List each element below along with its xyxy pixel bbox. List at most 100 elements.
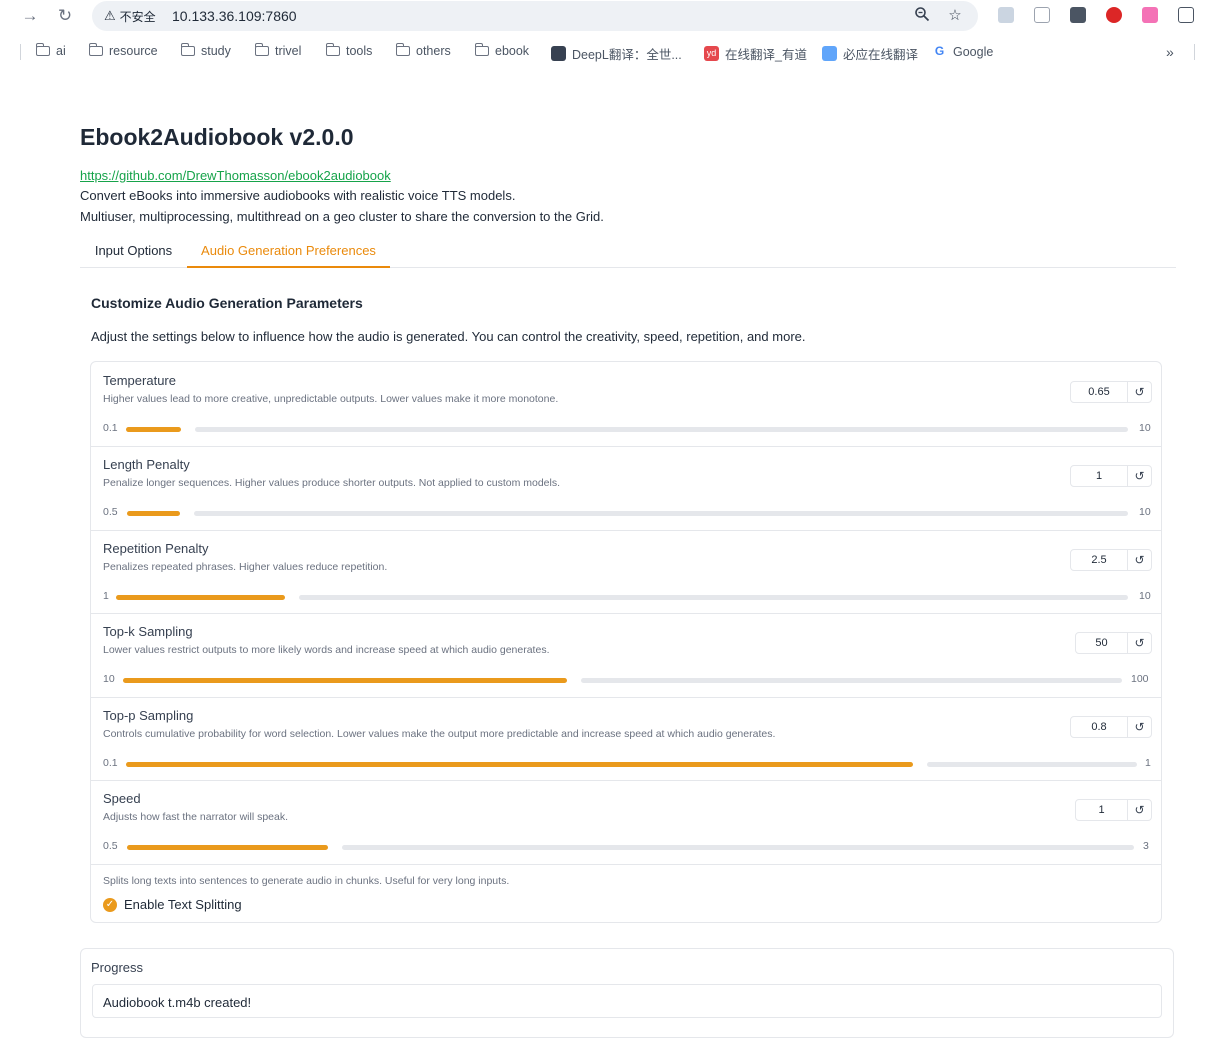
browser-toolbar: → ↻ ⚠ 不安全 10.133.36.109:7860 ☆ bbox=[0, 0, 1227, 34]
param-top-k-sampling: Top-k Sampling Lower values restrict out… bbox=[91, 613, 1161, 698]
bookmark-deepl[interactable]: DeepL翻译：全世... bbox=[551, 44, 682, 63]
slider-min: 0.5 bbox=[103, 840, 118, 852]
extension-qr-icon[interactable] bbox=[1034, 7, 1050, 23]
param-speed: Speed Adjusts how fast the narrator will… bbox=[91, 780, 1161, 865]
deepl-icon bbox=[551, 46, 566, 61]
repo-link[interactable]: https://github.com/DrewThomasson/ebook2a… bbox=[80, 168, 391, 183]
parameters-panel: Temperature Higher values lead to more c… bbox=[90, 361, 1162, 923]
bookmark-google[interactable]: G Google bbox=[932, 44, 993, 59]
param-label: Speed bbox=[103, 791, 141, 806]
slider-min: 1 bbox=[103, 590, 109, 602]
reset-icon[interactable]: ↺ bbox=[1127, 382, 1151, 402]
param-label: Top-p Sampling bbox=[103, 708, 194, 723]
bookmark-folder-trivel[interactable]: trivel bbox=[254, 43, 301, 58]
number-field: ↺ bbox=[1070, 465, 1152, 487]
param-temperature: Temperature Higher values lead to more c… bbox=[91, 362, 1161, 447]
number-field: ↺ bbox=[1075, 632, 1152, 654]
security-label: 不安全 bbox=[119, 9, 156, 24]
tab-audio-generation-preferences[interactable]: Audio Generation Preferences bbox=[187, 238, 390, 268]
extension-globe-icon[interactable] bbox=[998, 7, 1014, 23]
zoom-icon[interactable] bbox=[912, 6, 932, 26]
folder-icon bbox=[88, 43, 103, 56]
slider-fill[interactable] bbox=[127, 845, 328, 850]
slider-max: 100 bbox=[1131, 673, 1149, 685]
folder-icon bbox=[180, 43, 195, 56]
extension-shield-icon[interactable] bbox=[1106, 7, 1122, 23]
bookmark-youdao[interactable]: yd 在线翻译_有道 bbox=[704, 44, 807, 63]
slider-max: 10 bbox=[1139, 422, 1151, 434]
extension-translate-icon[interactable] bbox=[1142, 7, 1158, 23]
length-penalty-input[interactable] bbox=[1071, 466, 1127, 486]
top-p-input[interactable] bbox=[1071, 717, 1127, 737]
youdao-icon: yd bbox=[704, 46, 719, 61]
bookmark-folder-others[interactable]: others bbox=[395, 43, 451, 58]
slider-fill[interactable] bbox=[126, 427, 181, 432]
slider-track[interactable] bbox=[342, 845, 1134, 850]
param-length-penalty: Length Penalty Penalize longer sequences… bbox=[91, 446, 1161, 531]
security-indicator[interactable]: ⚠ 不安全 bbox=[98, 5, 162, 27]
bing-translate-icon bbox=[822, 46, 837, 61]
warning-icon: ⚠ bbox=[104, 8, 116, 23]
bookmark-folder-ebook[interactable]: ebook bbox=[474, 43, 529, 58]
number-field: ↺ bbox=[1070, 549, 1152, 571]
slider-track[interactable] bbox=[195, 427, 1128, 432]
page-description-2: Multiuser, multiprocessing, multithread … bbox=[80, 209, 604, 224]
extensions-puzzle-icon[interactable] bbox=[1178, 7, 1194, 23]
slider-fill[interactable] bbox=[116, 595, 285, 600]
bookmark-folder-ai[interactable]: ai bbox=[35, 43, 66, 58]
slider-track[interactable] bbox=[194, 511, 1128, 516]
param-info: Penalize longer sequences. Higher values… bbox=[103, 477, 561, 489]
bookmark-folder-study[interactable]: study bbox=[180, 43, 231, 58]
reset-icon[interactable]: ↺ bbox=[1127, 550, 1151, 570]
slider-fill[interactable] bbox=[123, 678, 567, 683]
slider-track[interactable] bbox=[581, 678, 1122, 683]
param-info: Lower values restrict outputs to more li… bbox=[103, 644, 550, 656]
slider-track[interactable] bbox=[927, 762, 1137, 767]
param-repetition-penalty: Repetition Penalty Penalizes repeated ph… bbox=[91, 530, 1161, 614]
bookmarks-divider bbox=[1194, 44, 1195, 60]
forward-arrow-icon[interactable]: → bbox=[18, 5, 42, 27]
slider-min: 10 bbox=[103, 673, 115, 685]
extension-reader-icon[interactable] bbox=[1070, 7, 1086, 23]
address-bar[interactable]: ⚠ 不安全 10.133.36.109:7860 ☆ bbox=[92, 1, 978, 31]
slider-max: 3 bbox=[1143, 840, 1149, 852]
repetition-penalty-input[interactable] bbox=[1071, 550, 1127, 570]
reset-icon[interactable]: ↺ bbox=[1127, 633, 1151, 653]
url-text[interactable]: 10.133.36.109:7860 bbox=[172, 8, 297, 24]
progress-panel: Progress Audiobook t.m4b created! bbox=[80, 948, 1174, 1038]
slider-min: 0.5 bbox=[103, 506, 118, 518]
bookmark-folder-tools[interactable]: tools bbox=[325, 43, 372, 58]
reset-icon[interactable]: ↺ bbox=[1127, 717, 1151, 737]
reset-icon[interactable]: ↺ bbox=[1127, 466, 1151, 486]
page-description-1: Convert eBooks into immersive audiobooks… bbox=[80, 188, 516, 203]
reset-icon[interactable]: ↺ bbox=[1127, 800, 1151, 820]
bookmark-folder-resource[interactable]: resource bbox=[88, 43, 158, 58]
param-info: Penalizes repeated phrases. Higher value… bbox=[103, 561, 388, 573]
param-info: Higher values lead to more creative, unp… bbox=[103, 393, 559, 405]
slider-fill[interactable] bbox=[126, 762, 913, 767]
slider-fill[interactable] bbox=[127, 511, 180, 516]
enable-text-splitting-checkbox[interactable]: ✓ bbox=[103, 898, 117, 912]
enable-text-splitting-label[interactable]: Enable Text Splitting bbox=[124, 897, 242, 912]
bookmarks-divider bbox=[20, 44, 21, 60]
bookmarks-overflow-button[interactable]: » bbox=[1166, 44, 1174, 60]
slider-track[interactable] bbox=[299, 595, 1128, 600]
temperature-input[interactable] bbox=[1071, 382, 1127, 402]
param-label: Temperature bbox=[103, 373, 176, 388]
tab-input-options[interactable]: Input Options bbox=[80, 238, 187, 266]
slider-min: 0.1 bbox=[103, 422, 118, 434]
folder-icon bbox=[35, 43, 50, 56]
param-label: Repetition Penalty bbox=[103, 541, 209, 556]
progress-output[interactable]: Audiobook t.m4b created! bbox=[92, 984, 1162, 1018]
param-info: Adjusts how fast the narrator will speak… bbox=[103, 811, 289, 823]
bookmark-bing-translate[interactable]: 必应在线翻译 bbox=[822, 44, 918, 63]
progress-label: Progress bbox=[91, 960, 144, 975]
reload-icon[interactable]: ↻ bbox=[53, 5, 77, 27]
bookmark-star-icon[interactable]: ☆ bbox=[945, 6, 965, 26]
number-field: ↺ bbox=[1075, 799, 1152, 821]
google-icon: G bbox=[932, 44, 947, 59]
speed-input[interactable] bbox=[1076, 800, 1127, 820]
bookmarks-bar: ai resource study trivel tools others eb… bbox=[0, 38, 1227, 66]
slider-max: 10 bbox=[1139, 590, 1151, 602]
top-k-input[interactable] bbox=[1076, 633, 1127, 653]
